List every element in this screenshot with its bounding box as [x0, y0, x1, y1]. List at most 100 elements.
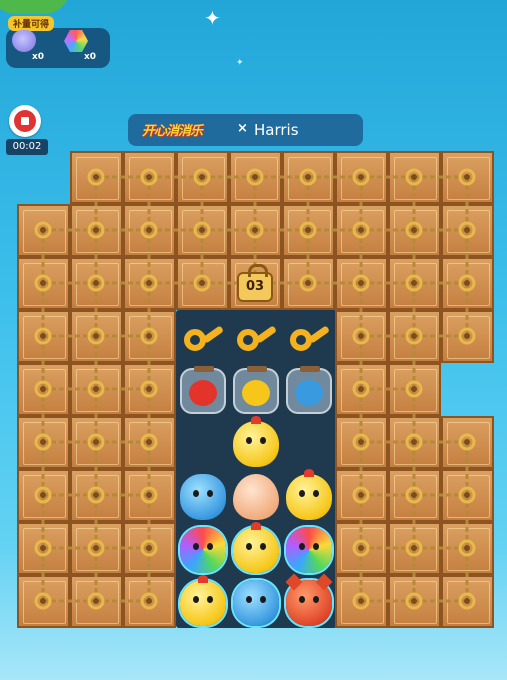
wooden-crate[interactable]	[123, 363, 176, 416]
wooden-crate[interactable]	[388, 204, 441, 257]
eye	[313, 596, 319, 603]
wooden-crate[interactable]	[70, 257, 123, 310]
eye	[193, 596, 199, 603]
wooden-crate[interactable]	[123, 310, 176, 363]
key-shaft	[254, 325, 278, 344]
wooden-crate[interactable]	[123, 575, 176, 628]
wooden-crate[interactable]	[441, 575, 494, 628]
jar-yellow-icon[interactable]	[233, 366, 279, 414]
wooden-crate[interactable]	[335, 310, 388, 363]
wooden-crate[interactable]	[17, 363, 70, 416]
wooden-crate[interactable]	[441, 310, 494, 363]
wooden-crate[interactable]	[388, 151, 441, 204]
key-icon[interactable]	[233, 315, 279, 361]
wooden-crate[interactable]	[70, 469, 123, 522]
wooden-crate[interactable]	[335, 257, 388, 310]
wooden-crate[interactable]	[335, 416, 388, 469]
wooden-crate[interactable]	[335, 575, 388, 628]
game-board	[0, 0, 507, 680]
owl-icon[interactable]	[286, 527, 332, 573]
eye	[299, 490, 305, 497]
wooden-crate[interactable]	[176, 204, 229, 257]
jar-red-icon[interactable]	[180, 366, 226, 414]
eye	[193, 490, 199, 497]
wooden-crate[interactable]	[441, 151, 494, 204]
eye	[246, 543, 252, 550]
eye	[299, 543, 305, 550]
wooden-crate[interactable]	[335, 469, 388, 522]
wooden-crate[interactable]	[123, 522, 176, 575]
wooden-crate[interactable]	[388, 363, 441, 416]
key-shaft	[201, 325, 225, 344]
wooden-crate[interactable]	[17, 257, 70, 310]
wooden-crate[interactable]	[335, 363, 388, 416]
wooden-crate[interactable]	[388, 522, 441, 575]
lock-counter: 03	[237, 264, 273, 302]
wooden-crate[interactable]	[123, 204, 176, 257]
wooden-crate[interactable]	[282, 257, 335, 310]
jar-creature	[242, 380, 270, 406]
wooden-crate[interactable]	[282, 151, 335, 204]
jar-creature	[189, 380, 217, 406]
wooden-crate[interactable]	[70, 416, 123, 469]
wooden-crate[interactable]	[17, 204, 70, 257]
key-icon[interactable]	[286, 315, 332, 361]
blue-icon[interactable]	[233, 580, 279, 626]
wooden-crate[interactable]	[17, 469, 70, 522]
wooden-crate[interactable]	[229, 151, 282, 204]
eye	[207, 596, 213, 603]
owl-icon[interactable]	[180, 527, 226, 573]
key-icon[interactable]	[180, 315, 226, 361]
wooden-crate[interactable]	[17, 416, 70, 469]
wooden-crate[interactable]	[70, 310, 123, 363]
wooden-crate[interactable]	[335, 151, 388, 204]
wooden-crate[interactable]	[388, 469, 441, 522]
fox-icon[interactable]	[286, 580, 332, 626]
wooden-crate[interactable]	[441, 522, 494, 575]
eye	[260, 543, 266, 550]
wooden-crate[interactable]	[123, 469, 176, 522]
wooden-crate[interactable]	[70, 363, 123, 416]
eye	[246, 596, 252, 603]
wooden-crate[interactable]	[17, 575, 70, 628]
wooden-crate[interactable]	[123, 151, 176, 204]
wooden-crate[interactable]	[70, 151, 123, 204]
wooden-crate[interactable]	[123, 257, 176, 310]
jar-blue-icon[interactable]	[286, 366, 332, 414]
egg-icon[interactable]	[233, 474, 279, 520]
wooden-crate[interactable]	[123, 416, 176, 469]
wooden-crate[interactable]	[70, 204, 123, 257]
wooden-crate[interactable]	[441, 257, 494, 310]
key-shaft	[307, 325, 331, 344]
wooden-crate[interactable]	[176, 257, 229, 310]
wooden-crate[interactable]	[282, 204, 335, 257]
eye	[313, 490, 319, 497]
chick-icon[interactable]	[233, 416, 279, 467]
wooden-crate[interactable]	[388, 416, 441, 469]
jar-creature	[295, 380, 323, 406]
wooden-crate[interactable]	[441, 416, 494, 469]
wooden-crate[interactable]	[441, 469, 494, 522]
eye	[260, 596, 266, 603]
chick-icon[interactable]	[233, 522, 279, 573]
wooden-crate[interactable]	[176, 151, 229, 204]
wooden-crate[interactable]	[70, 575, 123, 628]
chick-icon[interactable]	[286, 469, 332, 520]
wooden-crate[interactable]	[229, 204, 282, 257]
eye	[313, 543, 319, 550]
wooden-crate[interactable]	[335, 522, 388, 575]
wooden-crate[interactable]	[388, 310, 441, 363]
chick-icon[interactable]	[180, 575, 226, 626]
wooden-crate[interactable]	[388, 257, 441, 310]
wooden-crate[interactable]	[335, 204, 388, 257]
wooden-crate[interactable]	[388, 575, 441, 628]
blue-icon[interactable]	[180, 474, 226, 520]
eye	[260, 437, 266, 444]
eye	[193, 543, 199, 550]
eye	[207, 543, 213, 550]
wooden-crate[interactable]	[70, 522, 123, 575]
eye	[207, 490, 213, 497]
wooden-crate[interactable]	[441, 204, 494, 257]
wooden-crate[interactable]	[17, 522, 70, 575]
wooden-crate[interactable]	[17, 310, 70, 363]
